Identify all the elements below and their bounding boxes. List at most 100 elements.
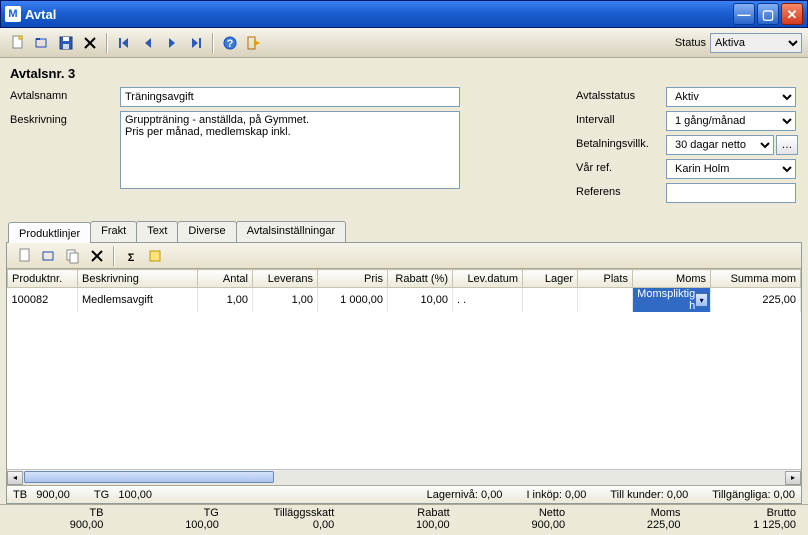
total-brutto-value: 1 125,00 xyxy=(705,519,796,531)
prev-icon[interactable] xyxy=(139,34,157,52)
beskrivning-textarea[interactable]: Gruppträning - anställda, på Gymmet. Pri… xyxy=(120,111,460,189)
grid-sum-icon[interactable]: Σ xyxy=(122,247,140,265)
cell-moms-value: Momspliktig h xyxy=(635,288,695,312)
grid-statusbar: TB 900,00 TG 100,00 Lagernivå: 0,00 I in… xyxy=(7,485,801,503)
total-rabatt-value: 100,00 xyxy=(358,519,449,531)
toolbar-separator xyxy=(212,33,214,53)
tab-text[interactable]: Text xyxy=(136,221,178,242)
scroll-thumb[interactable] xyxy=(24,471,274,483)
cell-lager[interactable] xyxy=(523,288,578,313)
total-tb-label: TB xyxy=(12,507,103,519)
col-produktnr[interactable]: Produktnr. xyxy=(8,270,78,288)
save-icon[interactable] xyxy=(57,34,75,52)
grid-toolbar: Σ xyxy=(7,243,801,269)
minimize-button[interactable]: — xyxy=(733,3,755,25)
grid-separator xyxy=(113,246,115,266)
referens-input[interactable] xyxy=(666,183,796,203)
avtalsstatus-label: Avtalsstatus xyxy=(576,87,666,102)
total-tg-label: TG xyxy=(127,507,218,519)
table-row[interactable]: 100082 Medlemsavgift 1,00 1,00 1 000,00 … xyxy=(8,288,801,313)
tab-avtalsinstallningar[interactable]: Avtalsinställningar xyxy=(236,221,346,242)
first-icon[interactable] xyxy=(115,34,133,52)
avtalsstatus-select[interactable]: Aktiv xyxy=(666,87,796,107)
grid-open-icon[interactable] xyxy=(40,247,58,265)
tab-frakt[interactable]: Frakt xyxy=(90,221,137,242)
intervall-select[interactable]: 1 gång/månad xyxy=(666,111,796,131)
chevron-down-icon[interactable]: ▾ xyxy=(695,293,708,307)
next-icon[interactable] xyxy=(163,34,181,52)
tillgangliga: Tillgängliga: 0,00 xyxy=(712,489,795,501)
col-antal[interactable]: Antal xyxy=(198,270,253,288)
total-moms-label: Moms xyxy=(589,507,680,519)
tab-diverse[interactable]: Diverse xyxy=(177,221,236,242)
cell-summa[interactable]: 225,00 xyxy=(711,288,801,313)
avtalsnr-heading: Avtalsnr. 3 xyxy=(10,66,798,81)
betalningsvillk-label: Betalningsvillk. xyxy=(576,135,666,150)
col-rabatt[interactable]: Rabatt (%) xyxy=(388,270,453,288)
cell-rabatt[interactable]: 10,00 xyxy=(388,288,453,313)
status-filter-select[interactable]: Aktiva xyxy=(710,33,802,53)
col-leverans[interactable]: Leverans xyxy=(253,270,318,288)
cell-moms[interactable]: Momspliktig h ▾ xyxy=(633,288,711,313)
totals-bar: TB900,00 TG100,00 Tilläggsskatt0,00 Raba… xyxy=(0,504,808,535)
referens-label: Referens xyxy=(576,183,666,198)
cell-produktnr[interactable]: 100082 xyxy=(8,288,78,313)
open-icon[interactable] xyxy=(33,34,51,52)
product-grid[interactable]: Produktnr. Beskrivning Antal Leverans Pr… xyxy=(7,269,801,312)
tg-value: 100,00 xyxy=(118,489,152,501)
avtalsnamn-label: Avtalsnamn xyxy=(10,87,120,102)
col-summa[interactable]: Summa mom xyxy=(711,270,801,288)
main-toolbar: ? Status Aktiva xyxy=(0,28,808,58)
var-ref-select[interactable]: Karin Holm xyxy=(666,159,796,179)
col-pris[interactable]: Pris xyxy=(318,270,388,288)
tillkunder: Till kunder: 0,00 xyxy=(610,489,688,501)
total-netto-label: Netto xyxy=(474,507,565,519)
intervall-label: Intervall xyxy=(576,111,666,126)
tb-value: 900,00 xyxy=(36,489,70,501)
total-rabatt-label: Rabatt xyxy=(358,507,449,519)
scroll-track[interactable] xyxy=(23,471,785,485)
cell-pris[interactable]: 1 000,00 xyxy=(318,288,388,313)
col-lager[interactable]: Lager xyxy=(523,270,578,288)
cell-levdatum[interactable]: . . xyxy=(453,288,523,313)
cell-beskrivning[interactable]: Medlemsavgift xyxy=(78,288,198,313)
new-icon[interactable] xyxy=(9,34,27,52)
h-scrollbar[interactable]: ◂ ▸ xyxy=(7,469,801,485)
total-tillaggsskatt-label: Tilläggsskatt xyxy=(243,507,334,519)
cell-leverans[interactable]: 1,00 xyxy=(253,288,318,313)
var-ref-label: Vår ref. xyxy=(576,159,666,174)
svg-text:Σ: Σ xyxy=(128,252,135,264)
last-icon[interactable] xyxy=(187,34,205,52)
col-plats[interactable]: Plats xyxy=(578,270,633,288)
col-beskrivning[interactable]: Beskrivning xyxy=(78,270,198,288)
avtalsnamn-input[interactable] xyxy=(120,87,460,107)
beskrivning-label: Beskrivning xyxy=(10,111,120,126)
close-button[interactable]: ✕ xyxy=(781,3,803,25)
betalningsvillk-select[interactable]: 30 dagar netto xyxy=(666,135,774,155)
grid-action-icon[interactable] xyxy=(146,247,164,265)
grid-copy-icon[interactable] xyxy=(64,247,82,265)
grid-new-icon[interactable] xyxy=(16,247,34,265)
tab-produktlinjer[interactable]: Produktlinjer xyxy=(8,222,91,243)
col-moms[interactable]: Moms xyxy=(633,270,711,288)
total-netto-value: 900,00 xyxy=(474,519,565,531)
grid-delete-icon[interactable] xyxy=(88,247,106,265)
betalningsvillk-more-button[interactable]: … xyxy=(776,135,798,155)
total-brutto-label: Brutto xyxy=(705,507,796,519)
delete-icon[interactable] xyxy=(81,34,99,52)
cell-antal[interactable]: 1,00 xyxy=(198,288,253,313)
toolbar-separator xyxy=(106,33,108,53)
scroll-right-icon[interactable]: ▸ xyxy=(785,471,801,485)
col-levdatum[interactable]: Lev.datum xyxy=(453,270,523,288)
exit-icon[interactable] xyxy=(245,34,263,52)
cell-plats[interactable] xyxy=(578,288,633,313)
form-area: Avtalsnr. 3 Avtalsnamn Beskrivning Grupp… xyxy=(0,58,808,213)
svg-text:?: ? xyxy=(227,38,234,50)
tabs: Produktlinjer Frakt Text Diverse Avtalsi… xyxy=(8,221,808,242)
maximize-button[interactable]: ▢ xyxy=(757,3,779,25)
titlebar: M Avtal — ▢ ✕ xyxy=(0,0,808,28)
lagerniva: Lagernivå: 0,00 xyxy=(427,489,503,501)
tg-label: TG xyxy=(94,489,109,501)
scroll-left-icon[interactable]: ◂ xyxy=(7,471,23,485)
help-icon[interactable]: ? xyxy=(221,34,239,52)
